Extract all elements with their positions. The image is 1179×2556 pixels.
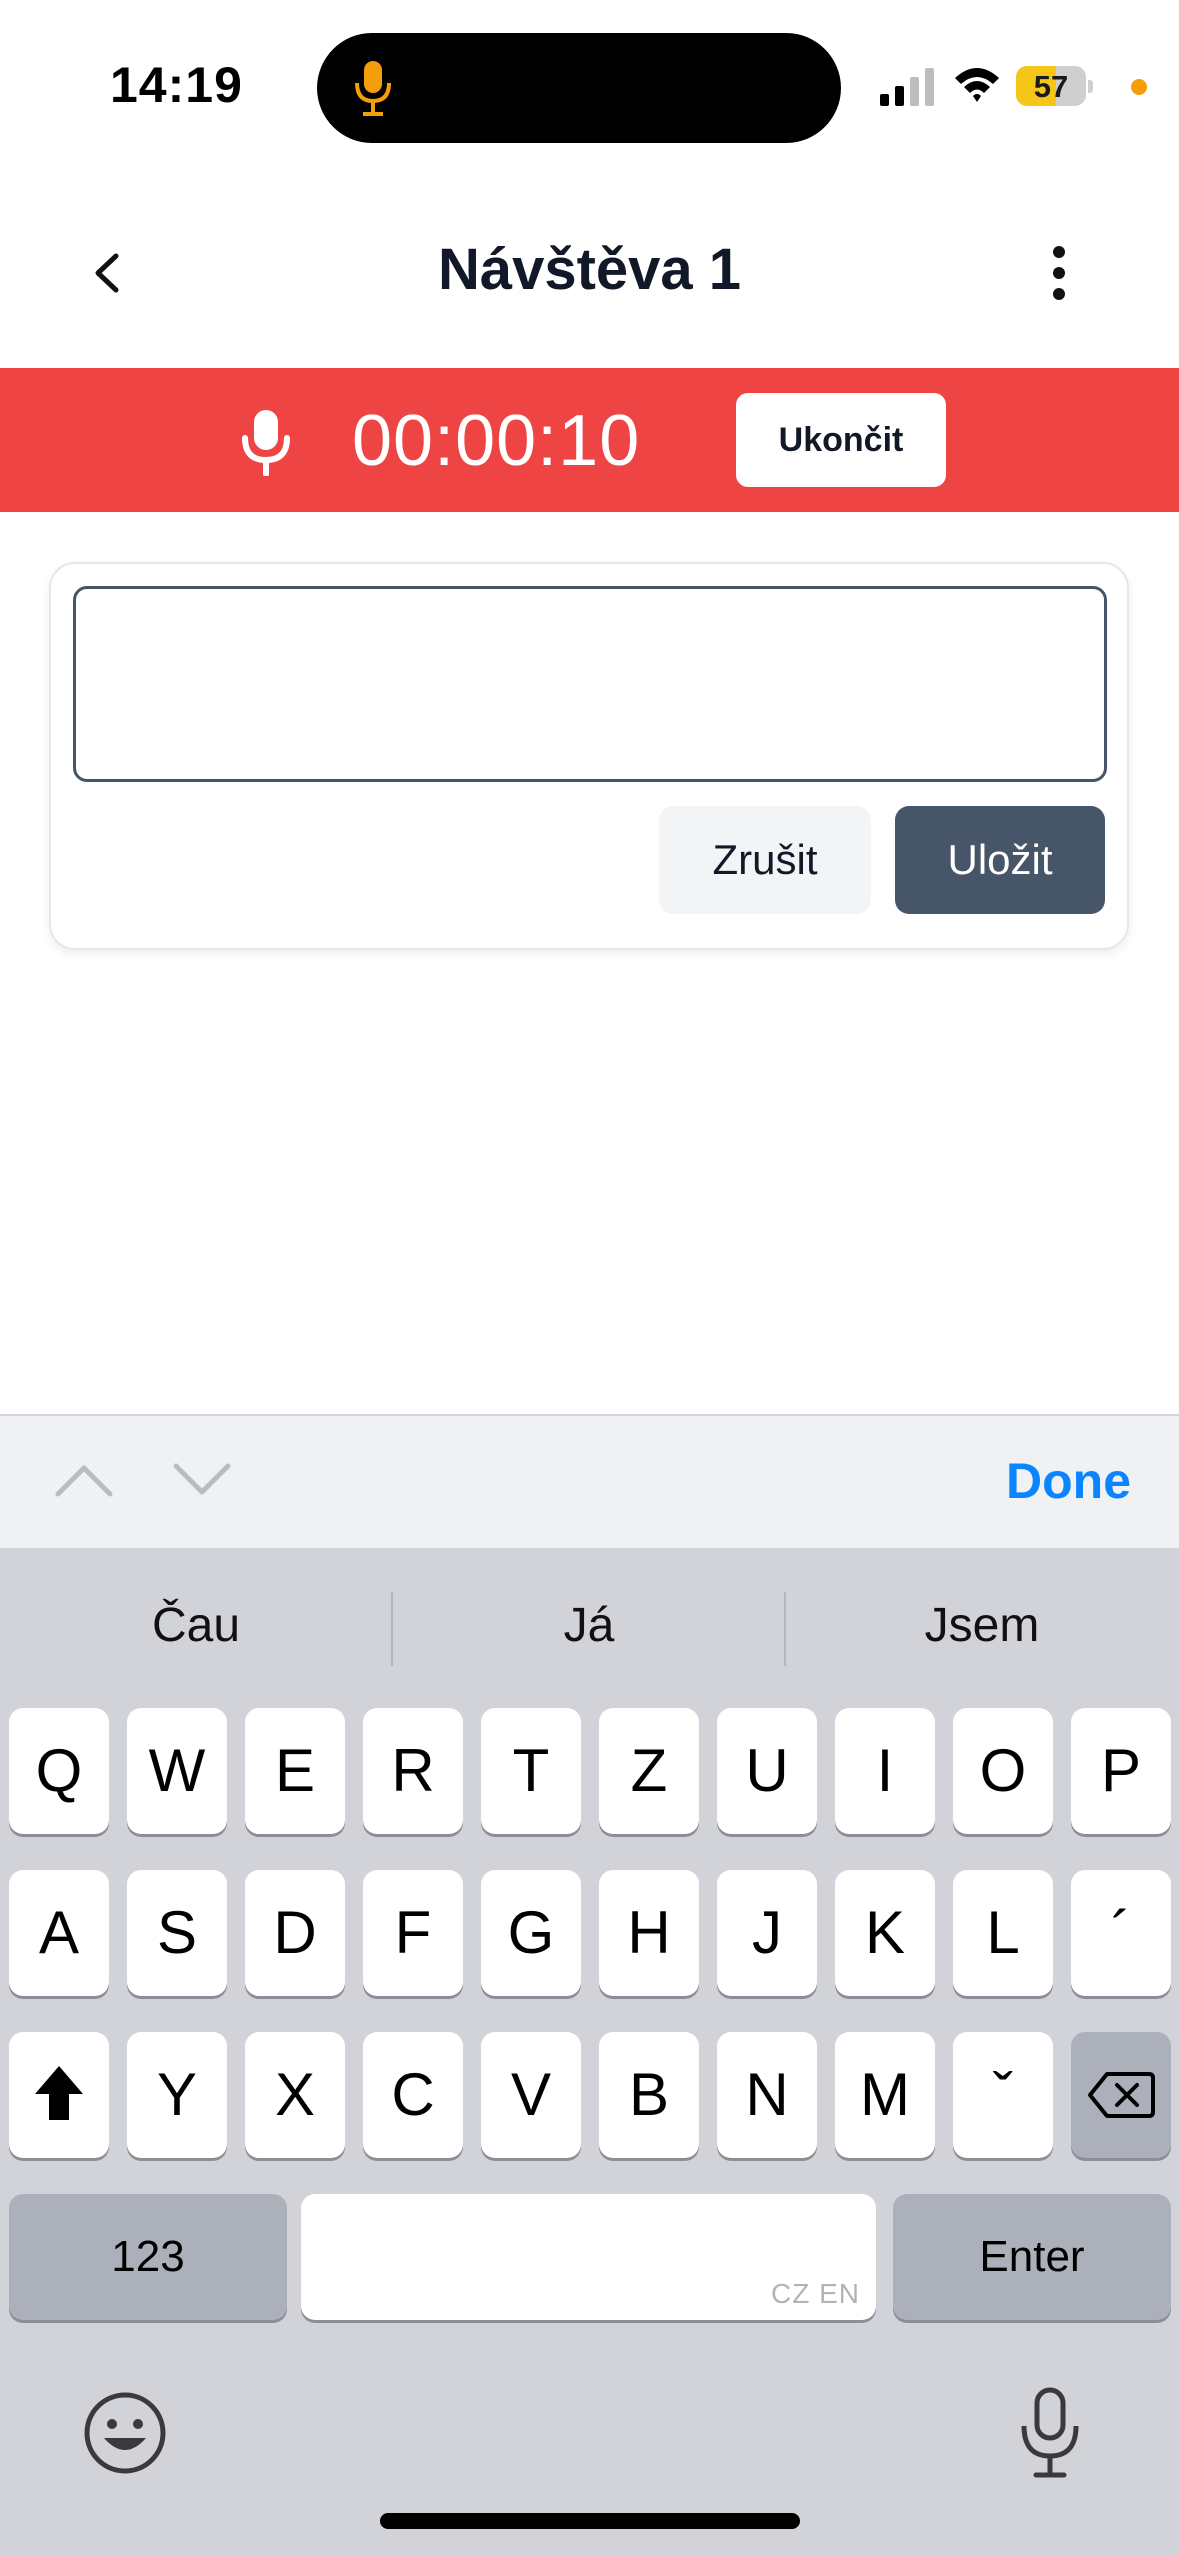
microphone-icon (355, 61, 391, 116)
key-s[interactable]: S (127, 1870, 227, 1996)
note-input[interactable] (73, 586, 1107, 782)
battery-indicator: 57 (1016, 66, 1093, 106)
recording-timer: 00:00:10 (352, 401, 641, 481)
key-v[interactable]: V (481, 2032, 581, 2158)
status-bar: 14:19 57 (0, 0, 1179, 180)
key-d[interactable]: D (245, 1870, 345, 1996)
key-j[interactable]: J (717, 1870, 817, 1996)
key-h[interactable]: H (599, 1870, 699, 1996)
suggestion-item[interactable]: Já (393, 1576, 785, 1676)
key-f[interactable]: F (363, 1870, 463, 1996)
key-y[interactable]: Y (127, 2032, 227, 2158)
done-button[interactable]: Done (1006, 1452, 1131, 1510)
dictation-microphone-icon[interactable] (1018, 2386, 1082, 2480)
chevron-up-icon[interactable] (54, 1460, 114, 1500)
key-i[interactable]: I (835, 1708, 935, 1834)
keyboard-toolbar: Done (0, 1414, 1179, 1548)
key-l[interactable]: L (953, 1870, 1053, 1996)
key-u[interactable]: U (717, 1708, 817, 1834)
privacy-indicator-dot (1131, 79, 1147, 95)
status-time: 14:19 (110, 57, 243, 113)
key-g[interactable]: G (481, 1870, 581, 1996)
wifi-icon (955, 68, 999, 102)
home-indicator (380, 2513, 800, 2529)
keyboard: Čau Já Jsem Q W E R T Z U I O P A S D F … (0, 1548, 1179, 2556)
microphone-icon (242, 410, 290, 476)
key-r[interactable]: R (363, 1708, 463, 1834)
delete-key[interactable] (1071, 2032, 1171, 2158)
suggestion-bar: Čau Já Jsem (0, 1576, 1179, 1676)
key-acute-accent[interactable]: ´ (1071, 1870, 1171, 1996)
keyboard-language-label: CZ EN (771, 2278, 860, 2309)
key-e[interactable]: E (245, 1708, 345, 1834)
key-c[interactable]: C (363, 2032, 463, 2158)
key-n[interactable]: N (717, 2032, 817, 2158)
key-b[interactable]: B (599, 2032, 699, 2158)
shift-key[interactable] (9, 2032, 109, 2158)
cancel-button[interactable]: Zrušit (659, 806, 871, 914)
emoji-icon[interactable] (82, 2390, 168, 2476)
key-caron[interactable]: ˇ (953, 2032, 1053, 2158)
key-k[interactable]: K (835, 1870, 935, 1996)
suggestion-item[interactable]: Čau (0, 1576, 392, 1676)
backspace-icon (1088, 2072, 1155, 2118)
stop-recording-button[interactable]: Ukončit (736, 393, 946, 487)
recording-bar: 00:00:10 Ukončit (0, 368, 1179, 512)
chevron-down-icon[interactable] (172, 1460, 232, 1500)
key-p[interactable]: P (1071, 1708, 1171, 1834)
battery-level: 57 (1033, 69, 1069, 104)
key-x[interactable]: X (245, 2032, 345, 2158)
shift-icon (35, 2066, 83, 2120)
suggestion-item[interactable]: Jsem (786, 1576, 1178, 1676)
save-button[interactable]: Uložit (895, 806, 1105, 914)
page-title: Návštěva 1 (437, 237, 742, 302)
key-a[interactable]: A (9, 1870, 109, 1996)
note-card: Zrušit Uložit (49, 562, 1129, 950)
key-z[interactable]: Z (599, 1708, 699, 1834)
key-o[interactable]: O (953, 1708, 1053, 1834)
more-vertical-icon[interactable] (1036, 240, 1082, 306)
space-key[interactable]: CZ EN (301, 2194, 876, 2320)
key-w[interactable]: W (127, 1708, 227, 1834)
enter-key[interactable]: Enter (893, 2194, 1171, 2320)
key-t[interactable]: T (481, 1708, 581, 1834)
dynamic-island (317, 33, 841, 143)
key-m[interactable]: M (835, 2032, 935, 2158)
numbers-key[interactable]: 123 (9, 2194, 287, 2320)
cellular-signal-icon (880, 68, 934, 106)
nav-header: Návštěva 1 (0, 180, 1179, 368)
key-q[interactable]: Q (9, 1708, 109, 1834)
